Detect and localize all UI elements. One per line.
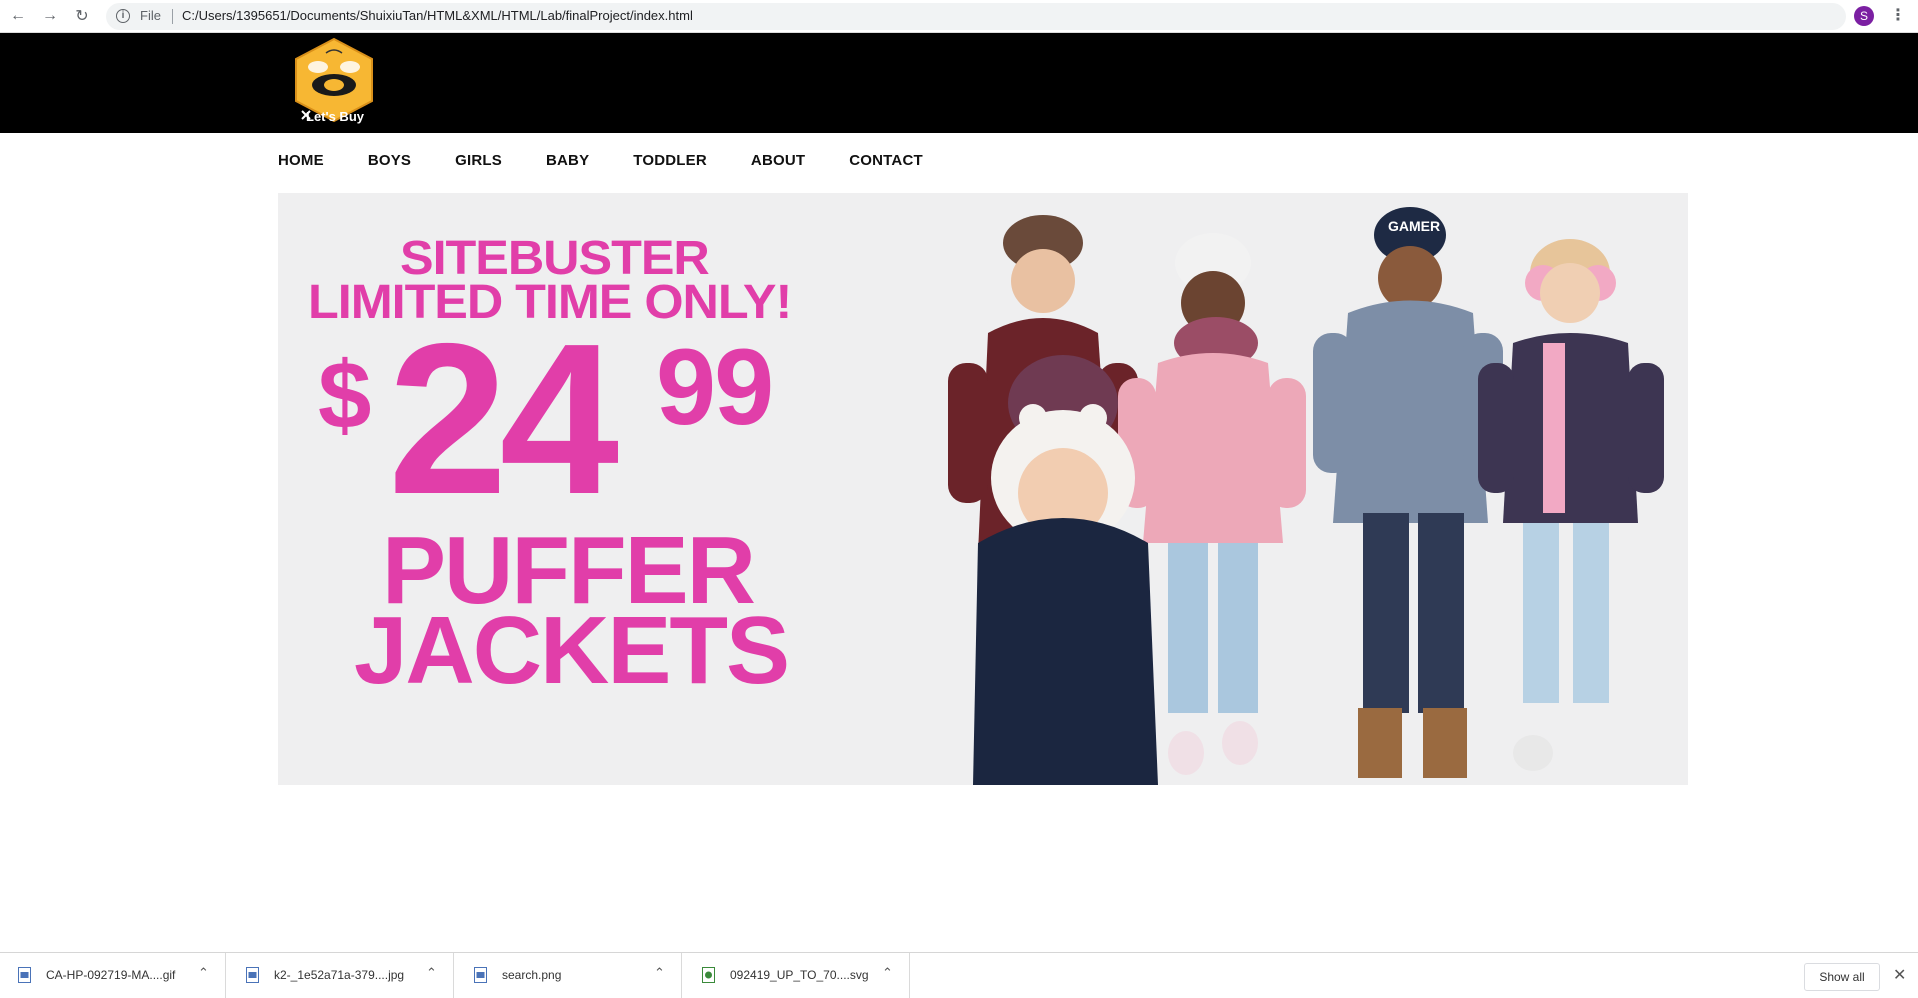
chevron-up-icon[interactable]: ⌃ (882, 965, 893, 981)
download-filename: search.png (502, 968, 562, 982)
address-bar[interactable]: i File C:/Users/1395651/Documents/Shuixi… (106, 3, 1846, 30)
nav-contact[interactable]: CONTACT (849, 152, 923, 174)
product-line2: JACKETS (354, 597, 790, 704)
nav-boys[interactable]: BOYS (368, 152, 411, 174)
chevron-up-icon[interactable]: ⌃ (198, 965, 209, 981)
download-item[interactable]: search.png ⌃ (456, 953, 682, 998)
site-header: Let's Buy (0, 33, 1918, 133)
info-icon[interactable]: i (116, 9, 130, 23)
kebab-menu-icon[interactable]: ⋮ (1890, 5, 1906, 25)
kid-purple-jacket (1478, 239, 1664, 771)
chevron-up-icon[interactable]: ⌃ (426, 965, 437, 981)
nav-toddler[interactable]: TODDLER (633, 152, 707, 174)
file-label: File (140, 8, 161, 23)
image-file-icon (18, 967, 31, 983)
price-dollars: 24 (388, 298, 619, 539)
nav-girls[interactable]: GIRLS (455, 152, 502, 174)
image-file-icon (246, 967, 259, 983)
close-icon[interactable]: ✕ (1893, 965, 1906, 985)
price-currency: $ (318, 342, 372, 449)
kids-photo: GAMER (948, 207, 1664, 785)
logo-text: Let's Buy (306, 109, 364, 124)
reload-icon[interactable]: ↻ (72, 6, 92, 26)
nav-baby[interactable]: BABY (546, 152, 589, 174)
svg-file-icon (702, 967, 715, 983)
forward-arrow-icon[interactable]: → (40, 6, 60, 26)
nav-about[interactable]: ABOUT (751, 152, 805, 174)
download-filename: k2-_1e52a71a-379....jpg (274, 968, 405, 982)
downloads-bar: CA-HP-092719-MA....gif ⌃ k2-_1e52a71a-37… (0, 952, 1918, 998)
profile-avatar[interactable]: S (1854, 6, 1874, 26)
kid-grey-jacket: GAMER (1313, 207, 1503, 778)
browser-toolbar: ← → ↻ i File C:/Users/1395651/Documents/… (0, 0, 1918, 33)
download-filename: 092419_UP_TO_70....svg (730, 968, 869, 982)
chevron-up-icon[interactable]: ⌃ (654, 965, 665, 981)
nav-home[interactable]: HOME (278, 152, 324, 174)
hero-banner[interactable]: SITEBUSTER LIMITED TIME ONLY! $ 24 99 PU… (278, 193, 1688, 785)
divider (172, 9, 173, 24)
download-item[interactable]: k2-_1e52a71a-379....jpg ⌃ (228, 953, 454, 998)
main-nav: HOME BOYS GIRLS BABY TODDLER ABOUT CONTA… (278, 152, 967, 174)
download-item[interactable]: 092419_UP_TO_70....svg ⌃ (684, 953, 910, 998)
image-file-icon (474, 967, 487, 983)
back-arrow-icon[interactable]: ← (8, 6, 28, 26)
hat-text: GAMER (1388, 218, 1440, 234)
show-all-button[interactable]: Show all (1804, 963, 1880, 991)
url-text[interactable]: C:/Users/1395651/Documents/ShuixiuTan/HT… (182, 8, 693, 23)
download-filename: CA-HP-092719-MA....gif (46, 968, 176, 982)
download-item[interactable]: CA-HP-092719-MA....gif ⌃ (0, 953, 226, 998)
price-cents: 99 (656, 326, 774, 447)
